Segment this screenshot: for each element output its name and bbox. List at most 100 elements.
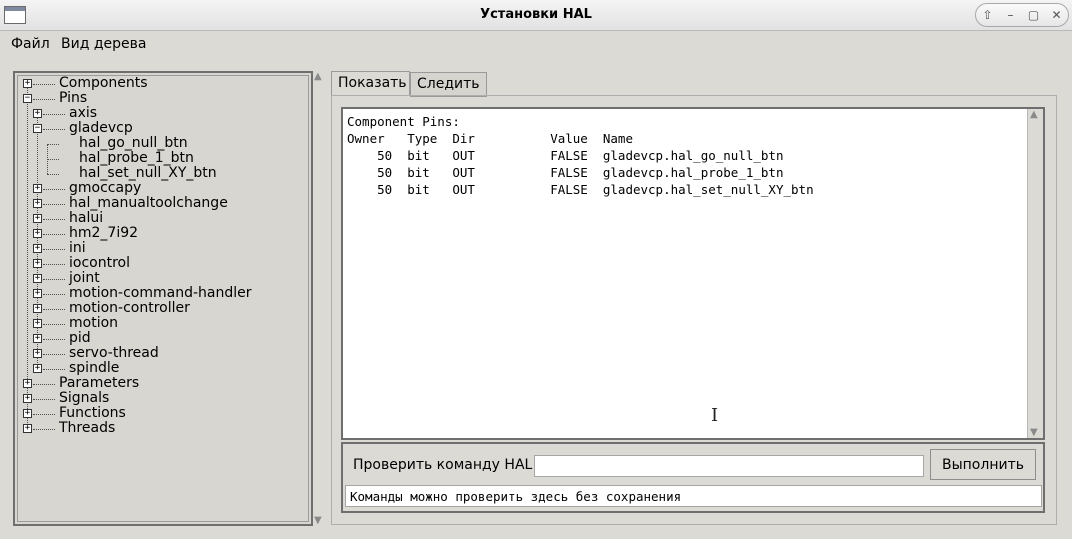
tree-node-label[interactable]: hm2_7i92 <box>69 226 138 241</box>
command-label: Проверить команду HAL: <box>353 457 538 473</box>
shade-icon[interactable]: ⇧ <box>976 4 999 26</box>
expand-icon[interactable]: + <box>23 379 32 388</box>
tree-guide-line <box>43 354 65 355</box>
tree-node-label[interactable]: axis <box>69 106 97 121</box>
output-text: Component Pins: Owner Type Dir Value Name… <box>347 113 1027 198</box>
command-status: Команды можно проверить здесь без сохран… <box>345 485 1042 507</box>
tab-show[interactable]: Показать <box>331 71 410 95</box>
scroll-down-arrow-icon[interactable]: ▼ <box>314 515 322 526</box>
command-frame: Проверить команду HAL: Выполнить Команды… <box>341 442 1045 513</box>
expand-icon[interactable]: + <box>33 319 42 328</box>
command-input[interactable] <box>534 455 924 477</box>
tree-node-label[interactable]: hal_manualtoolchange <box>69 196 228 211</box>
tree-guide-line <box>43 309 65 310</box>
tree-node-label[interactable]: motion-controller <box>69 301 190 316</box>
tree-node-label[interactable]: hal_set_null_XY_btn <box>79 166 217 181</box>
tree-node-label[interactable]: Functions <box>59 406 126 421</box>
expand-icon[interactable]: + <box>33 109 42 118</box>
tree-node-label[interactable]: pid <box>69 331 91 346</box>
execute-button[interactable]: Выполнить <box>930 449 1036 480</box>
tree-guide-line <box>47 144 59 145</box>
output-column-header: Owner Type Dir Value Name <box>347 131 633 146</box>
scroll-down-arrow-icon[interactable]: ▼ <box>1030 427 1038 438</box>
minimize-icon[interactable]: – <box>999 4 1022 26</box>
expand-icon[interactable]: + <box>23 424 32 433</box>
tree-scrollbar[interactable]: ▲ ▼ <box>313 71 327 526</box>
tree-guide-line <box>33 384 55 385</box>
maximize-icon[interactable]: ▢ <box>1022 4 1045 26</box>
tree-node-label[interactable]: motion <box>69 316 118 331</box>
expand-icon[interactable]: + <box>23 409 32 418</box>
tree-node-label[interactable]: servo-thread <box>69 346 159 361</box>
tree-guide-line <box>33 99 55 100</box>
tree-node-label[interactable]: Threads <box>59 421 115 436</box>
tree-guide-line <box>43 114 65 115</box>
tree-node-label[interactable]: gladevcp <box>69 121 133 136</box>
expand-icon[interactable]: + <box>33 229 42 238</box>
scroll-up-arrow-icon[interactable]: ▲ <box>1030 109 1038 120</box>
expand-icon[interactable]: + <box>23 394 32 403</box>
tree-guide-line <box>43 369 65 370</box>
tree-guide-line <box>43 264 65 265</box>
tree-guide-line <box>43 129 65 130</box>
window-controls: ⇧ – ▢ ✕ <box>975 3 1069 27</box>
tree-node-label[interactable]: spindle <box>69 361 119 376</box>
tree-content: + Components − Pins + axis − gladevcp hal_go_nul… <box>17 75 309 522</box>
expand-icon[interactable]: + <box>33 199 42 208</box>
expand-icon[interactable]: + <box>33 259 42 268</box>
expand-icon[interactable]: + <box>33 334 42 343</box>
scroll-up-arrow-icon[interactable]: ▲ <box>314 71 322 82</box>
tree-node-label[interactable]: ini <box>69 241 86 256</box>
close-icon[interactable]: ✕ <box>1045 4 1068 26</box>
tree-guide-line <box>33 399 55 400</box>
tree-guide-line <box>33 84 55 85</box>
expand-icon[interactable]: + <box>33 274 42 283</box>
tree-guide-line <box>47 174 59 175</box>
menu-tree-view[interactable]: Вид дерева <box>61 36 146 52</box>
tree-node-label[interactable]: Signals <box>59 391 109 406</box>
tree-node-label[interactable]: hal_go_null_btn <box>79 136 188 151</box>
menu-file[interactable]: Файл <box>11 36 50 52</box>
expand-icon[interactable]: + <box>33 289 42 298</box>
tree-guide-line <box>43 249 65 250</box>
tree-node-label[interactable]: motion-command-handler <box>69 286 251 301</box>
tree-guide-line <box>43 204 65 205</box>
menu-bar: Файл Вид дерева <box>0 31 1072 59</box>
window-title: Установки HAL <box>480 7 592 22</box>
tree-node-label[interactable]: hal_probe_1_btn <box>79 151 194 166</box>
tree-guide-line <box>43 294 65 295</box>
collapse-icon[interactable]: − <box>33 124 42 133</box>
tree-guide-line <box>33 429 55 430</box>
tree-node-label[interactable]: joint <box>69 271 100 286</box>
tree-guide-line <box>43 234 65 235</box>
tree-guide-line <box>33 414 55 415</box>
collapse-icon[interactable]: − <box>23 94 32 103</box>
expand-icon[interactable]: + <box>33 364 42 373</box>
tree-guide-line <box>43 279 65 280</box>
tree-node-label[interactable]: Pins <box>59 91 87 106</box>
tree-guide-line <box>37 114 38 369</box>
tree-guide-line <box>43 189 65 190</box>
expand-icon[interactable]: + <box>33 184 42 193</box>
tree-guide-line <box>43 339 65 340</box>
tree-node-label[interactable]: iocontrol <box>69 256 130 271</box>
title-bar: Установки HAL ⇧ – ▢ ✕ <box>0 0 1072 31</box>
output-text-area[interactable]: Component Pins: Owner Type Dir Value Name… <box>341 107 1045 440</box>
output-row: 50 bit OUT FALSE gladevcp.hal_go_null_bt… <box>347 148 784 163</box>
tree-node-label[interactable]: gmoccapy <box>69 181 141 196</box>
hal-tree[interactable]: + Components − Pins + axis − gladevcp hal_go_nul… <box>13 71 313 526</box>
text-cursor-icon: I <box>711 405 719 426</box>
tree-node-label[interactable]: Components <box>59 76 148 91</box>
expand-icon[interactable]: + <box>33 214 42 223</box>
expand-icon[interactable]: + <box>33 244 42 253</box>
expand-icon[interactable]: + <box>33 304 42 313</box>
expand-icon[interactable]: + <box>33 349 42 358</box>
output-heading: Component Pins: <box>347 114 460 129</box>
output-row: 50 bit OUT FALSE gladevcp.hal_probe_1_bt… <box>347 165 784 180</box>
tab-watch[interactable]: Следить <box>410 72 487 97</box>
tree-node-label[interactable]: Parameters <box>59 376 139 391</box>
tree-node-label[interactable]: halui <box>69 211 103 226</box>
output-scrollbar[interactable]: ▲ ▼ <box>1027 109 1043 438</box>
expand-icon[interactable]: + <box>23 79 32 88</box>
output-row: 50 bit OUT FALSE gladevcp.hal_set_null_X… <box>347 182 814 197</box>
